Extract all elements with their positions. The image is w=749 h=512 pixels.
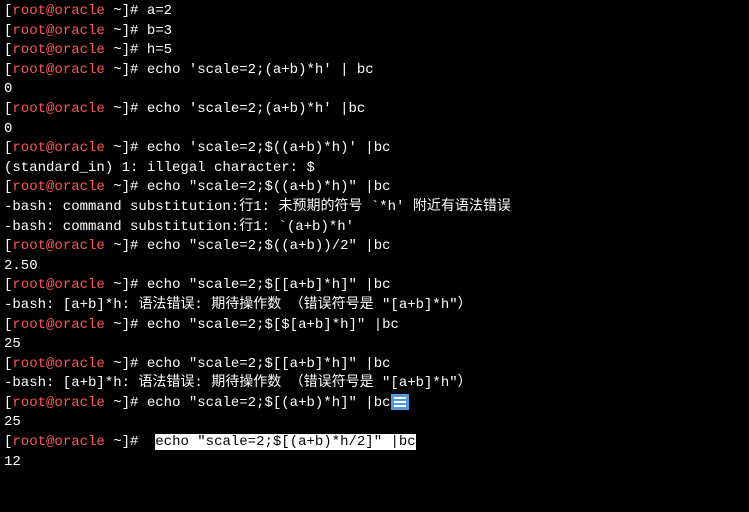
command-text: echo 'scale=2;(a+b)*h' |bc bbox=[147, 101, 365, 117]
output-text: -bash: [a+b]*h: 语法错误: 期待操作数 （错误符号是 "[a+b… bbox=[4, 375, 472, 391]
terminal-line: -bash: command substitution:行1: `(a+b)*h… bbox=[4, 218, 745, 238]
clipboard-icon[interactable] bbox=[391, 394, 409, 410]
terminal-line: [root@oracle ~]# echo "scale=2;$[[a+b]*h… bbox=[4, 355, 745, 375]
prompt-close-bracket: ]# bbox=[122, 62, 147, 78]
prompt-close-bracket: ]# bbox=[122, 238, 147, 254]
prompt-user-host: root@oracle bbox=[12, 101, 104, 117]
prompt-user-host: root@oracle bbox=[12, 140, 104, 156]
output-text: -bash: command substitution:行1: 未预期的符号 `… bbox=[4, 199, 511, 215]
output-text: 12 bbox=[4, 454, 21, 470]
prompt-path: ~ bbox=[105, 140, 122, 156]
terminal-line: [root@oracle ~]# echo "scale=2;$[(a+b)*h… bbox=[4, 433, 745, 453]
prompt-path: ~ bbox=[105, 101, 122, 117]
prompt-path: ~ bbox=[105, 356, 122, 372]
terminal-line: -bash: [a+b]*h: 语法错误: 期待操作数 （错误符号是 "[a+b… bbox=[4, 374, 745, 394]
terminal-line: [root@oracle ~]# echo "scale=2;$((a+b)*h… bbox=[4, 178, 745, 198]
prompt-path: ~ bbox=[105, 395, 122, 411]
highlighted-command[interactable]: echo "scale=2;$[(a+b)*h/2]" |bc bbox=[155, 434, 415, 450]
prompt-user-host: root@oracle bbox=[12, 42, 104, 58]
prompt-user-host: root@oracle bbox=[12, 395, 104, 411]
terminal-line: 0 bbox=[4, 120, 745, 140]
command-text: echo "scale=2;$[$[a+b]*h]" |bc bbox=[147, 317, 399, 333]
prompt-close-bracket: ]# bbox=[122, 395, 147, 411]
prompt-user-host: root@oracle bbox=[12, 23, 104, 39]
terminal-output[interactable]: [root@oracle ~]# a=2[root@oracle ~]# b=3… bbox=[4, 2, 745, 472]
command-text: echo "scale=2;$((a+b))/2" |bc bbox=[147, 238, 391, 254]
prompt-close-bracket: ]# bbox=[122, 317, 147, 333]
terminal-line: [root@oracle ~]# b=3 bbox=[4, 22, 745, 42]
prompt-path: ~ bbox=[105, 62, 122, 78]
command-text: echo 'scale=2;(a+b)*h' | bc bbox=[147, 62, 374, 78]
prompt-user-host: root@oracle bbox=[12, 277, 104, 293]
command-text: echo "scale=2;$[[a+b]*h]" |bc bbox=[147, 277, 391, 293]
prompt-path: ~ bbox=[105, 23, 122, 39]
prompt-close-bracket: ]# bbox=[122, 434, 147, 450]
prompt-close-bracket: ]# bbox=[122, 277, 147, 293]
output-text: -bash: [a+b]*h: 语法错误: 期待操作数 （错误符号是 "[a+b… bbox=[4, 297, 472, 313]
prompt-user-host: root@oracle bbox=[12, 3, 104, 19]
output-text: 0 bbox=[4, 81, 12, 97]
prompt-user-host: root@oracle bbox=[12, 434, 104, 450]
command-text: h=5 bbox=[147, 42, 172, 58]
prompt-user-host: root@oracle bbox=[12, 179, 104, 195]
output-text: 25 bbox=[4, 336, 21, 352]
prompt-path: ~ bbox=[105, 317, 122, 333]
prompt-user-host: root@oracle bbox=[12, 62, 104, 78]
output-text: 25 bbox=[4, 414, 21, 430]
prompt-close-bracket: ]# bbox=[122, 42, 147, 58]
prompt-close-bracket: ]# bbox=[122, 356, 147, 372]
prompt-close-bracket: ]# bbox=[122, 101, 147, 117]
terminal-line: -bash: [a+b]*h: 语法错误: 期待操作数 （错误符号是 "[a+b… bbox=[4, 296, 745, 316]
terminal-line: 0 bbox=[4, 80, 745, 100]
terminal-line: [root@oracle ~]# echo "scale=2;$[[a+b]*h… bbox=[4, 276, 745, 296]
prompt-path: ~ bbox=[105, 277, 122, 293]
prompt-close-bracket: ]# bbox=[122, 23, 147, 39]
terminal-line: [root@oracle ~]# echo "scale=2;$[(a+b)*h… bbox=[4, 394, 745, 414]
terminal-line: [root@oracle ~]# a=2 bbox=[4, 2, 745, 22]
command-text: a=2 bbox=[147, 3, 172, 19]
prompt-user-host: root@oracle bbox=[12, 356, 104, 372]
command-text: echo "scale=2;$((a+b)*h)" |bc bbox=[147, 179, 391, 195]
output-text: 0 bbox=[4, 121, 12, 137]
terminal-line: [root@oracle ~]# echo 'scale=2;(a+b)*h' … bbox=[4, 61, 745, 81]
output-text: -bash: command substitution:行1: `(a+b)*h… bbox=[4, 219, 354, 235]
prompt-path: ~ bbox=[105, 179, 122, 195]
prompt-path: ~ bbox=[105, 42, 122, 58]
terminal-line: 2.50 bbox=[4, 257, 745, 277]
command-text: b=3 bbox=[147, 23, 172, 39]
output-text: (standard_in) 1: illegal character: $ bbox=[4, 160, 315, 176]
prompt-path: ~ bbox=[105, 238, 122, 254]
terminal-line: 12 bbox=[4, 453, 745, 473]
prompt-close-bracket: ]# bbox=[122, 179, 147, 195]
output-text: 2.50 bbox=[4, 258, 38, 274]
prompt-user-host: root@oracle bbox=[12, 317, 104, 333]
command-prefix bbox=[147, 434, 155, 450]
prompt-path: ~ bbox=[105, 3, 122, 19]
terminal-line: [root@oracle ~]# echo 'scale=2;$((a+b)*h… bbox=[4, 139, 745, 159]
terminal-line: [root@oracle ~]# echo 'scale=2;(a+b)*h' … bbox=[4, 100, 745, 120]
terminal-line: [root@oracle ~]# echo "scale=2;$[$[a+b]*… bbox=[4, 316, 745, 336]
terminal-line: (standard_in) 1: illegal character: $ bbox=[4, 159, 745, 179]
prompt-user-host: root@oracle bbox=[12, 238, 104, 254]
command-text: echo "scale=2;$[[a+b]*h]" |bc bbox=[147, 356, 391, 372]
prompt-close-bracket: ]# bbox=[122, 3, 147, 19]
prompt-path: ~ bbox=[105, 434, 122, 450]
prompt-close-bracket: ]# bbox=[122, 140, 147, 156]
command-text: echo 'scale=2;$((a+b)*h)' |bc bbox=[147, 140, 391, 156]
terminal-line: [root@oracle ~]# h=5 bbox=[4, 41, 745, 61]
terminal-line: -bash: command substitution:行1: 未预期的符号 `… bbox=[4, 198, 745, 218]
terminal-line: 25 bbox=[4, 413, 745, 433]
terminal-line: [root@oracle ~]# echo "scale=2;$((a+b))/… bbox=[4, 237, 745, 257]
command-text: echo "scale=2;$[(a+b)*h]" |bc bbox=[147, 395, 391, 411]
terminal-line: 25 bbox=[4, 335, 745, 355]
